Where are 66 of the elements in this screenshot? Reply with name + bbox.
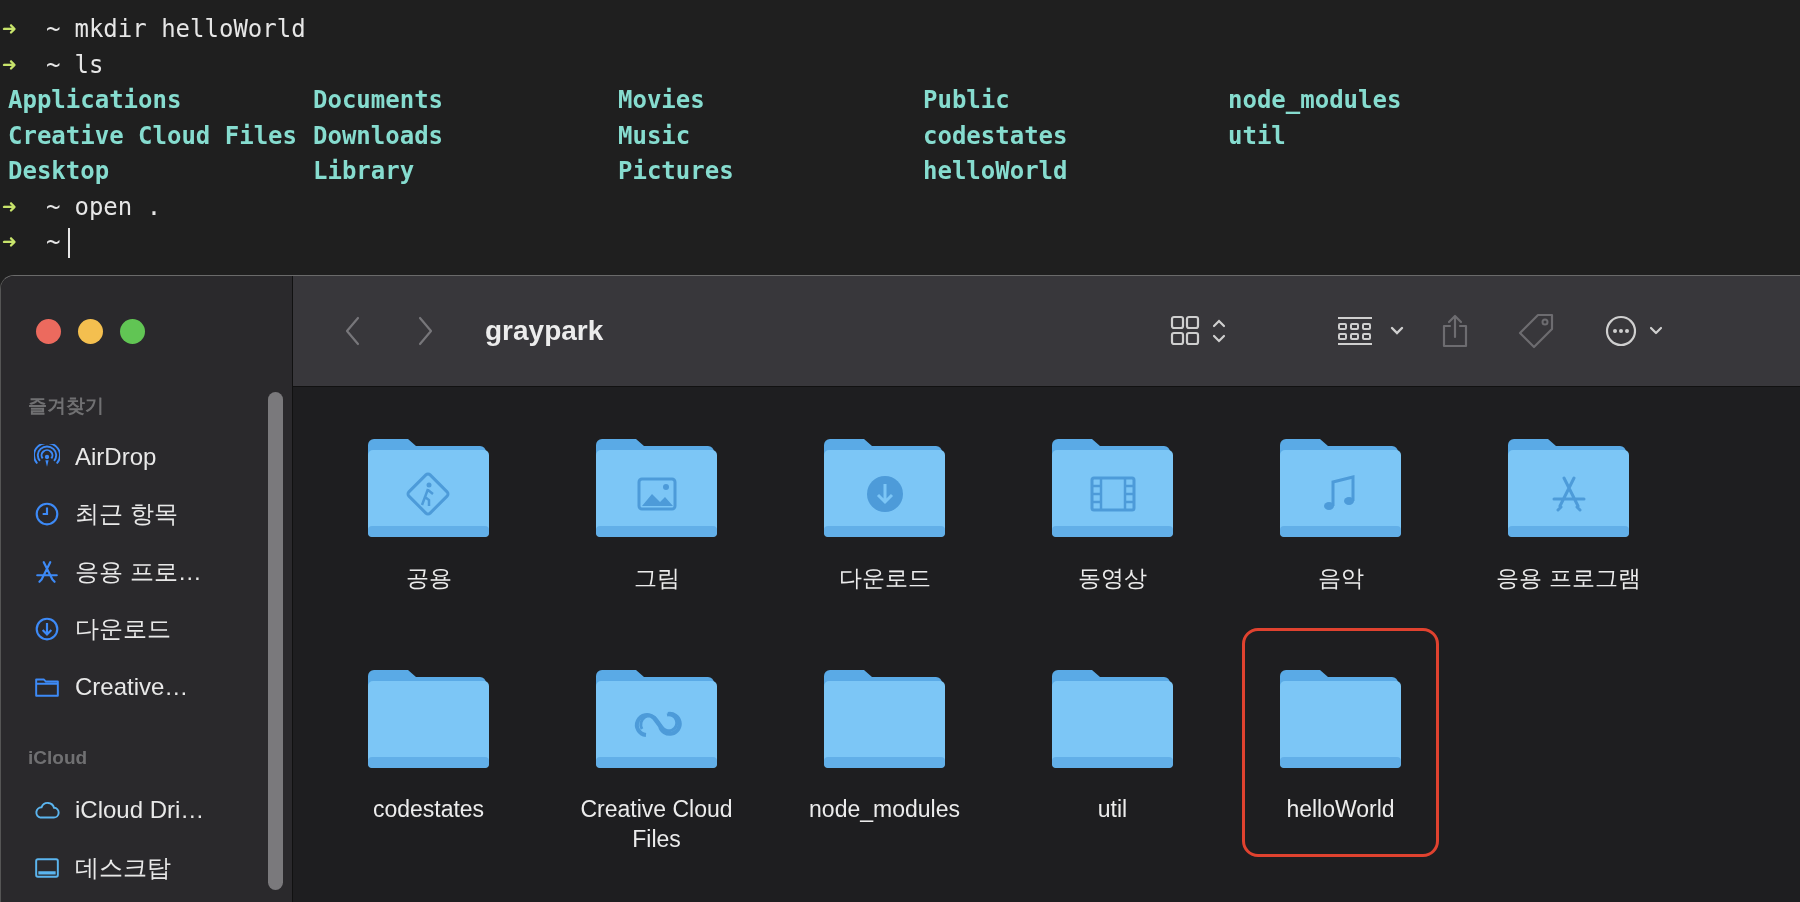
sidebar-item[interactable]: 최근 항목 — [1, 485, 292, 543]
folder-item[interactable]: codestates — [330, 628, 527, 857]
file-name: Movies — [618, 85, 706, 116]
tag-icon — [1518, 312, 1556, 350]
file-name: Public — [923, 85, 1011, 116]
scrollbar[interactable] — [268, 392, 283, 890]
close-button[interactable] — [36, 318, 61, 344]
command-text: mkdir helloWorld — [74, 14, 306, 45]
folder-item[interactable]: 동영상 — [1014, 397, 1211, 608]
file-name: node_modules — [1228, 85, 1403, 116]
folder-icon — [368, 667, 489, 768]
prompt-arrow: ➜ — [1, 49, 18, 81]
folder-item[interactable]: 음악 — [1242, 397, 1439, 608]
prompt-path: ~ — [46, 227, 61, 258]
folder-icon — [1280, 667, 1401, 768]
folder-icon — [1280, 436, 1401, 537]
folder-item[interactable]: util — [1014, 628, 1211, 857]
sidebar-item[interactable]: Creative… — [1, 658, 292, 716]
prompt-arrow: ➜ — [1, 14, 18, 45]
file-name: Documents — [313, 85, 445, 116]
window-title: graypark — [485, 315, 604, 347]
folder-icon — [596, 667, 717, 768]
section-header: iCloud — [27, 745, 89, 770]
prompt-path: ~ — [46, 191, 61, 223]
file-name: Desktop — [8, 156, 111, 187]
download-icon — [34, 616, 60, 643]
file-name: Creative Cloud Files — [8, 120, 298, 152]
file-name: Applications — [8, 85, 183, 116]
folder-icon — [1052, 436, 1173, 537]
command-text: ls — [74, 49, 104, 81]
file-name: util — [1228, 120, 1287, 152]
sidebar-item[interactable]: iCloud Dri… — [1, 781, 292, 839]
zoom-button[interactable] — [120, 318, 145, 344]
file-name: Pictures — [618, 156, 735, 187]
folder-icon — [824, 667, 945, 768]
file-name: Library — [313, 156, 416, 187]
sidebar-item[interactable]: AirDrop — [1, 428, 292, 486]
prompt-arrow: ➜ — [1, 227, 18, 258]
folder-item[interactable]: helloWorld — [1242, 628, 1439, 857]
app-store-icon — [34, 558, 60, 585]
file-name: Downloads — [313, 120, 445, 152]
folder-icon — [1052, 667, 1173, 768]
clock-icon — [34, 501, 60, 528]
file-name: codestates — [923, 120, 1069, 152]
folder-item[interactable]: 그림 — [558, 397, 755, 608]
file-name: Music — [618, 120, 692, 152]
folder-icon — [596, 436, 717, 537]
folder-item[interactable]: node_modules — [786, 628, 983, 857]
file-name: helloWorld — [923, 156, 1069, 187]
folder-icon — [1508, 436, 1629, 537]
folder-item[interactable]: 응용 프로그램 — [1470, 397, 1667, 608]
prompt-path: ~ — [46, 14, 61, 45]
minimize-button[interactable] — [78, 318, 103, 344]
folder-item[interactable]: 다운로드 — [786, 397, 983, 608]
folder-icon — [368, 436, 489, 537]
folder-icon — [824, 436, 945, 537]
sidebar-item[interactable]: 다운로드 — [1, 600, 292, 658]
section-header: 즐겨찾기 — [27, 394, 105, 418]
folder-item[interactable]: Creative Cloud Files — [558, 628, 755, 857]
folder-item[interactable]: 공용 — [330, 397, 527, 608]
command-text: open . — [74, 191, 162, 223]
prompt-arrow: ➜ — [1, 191, 18, 223]
sidebar-item[interactable]: 응용 프로… — [1, 543, 292, 601]
share-icon — [1440, 313, 1470, 349]
prompt-path: ~ — [46, 49, 61, 81]
sidebar-item[interactable]: 데스크탑 — [1, 839, 292, 897]
